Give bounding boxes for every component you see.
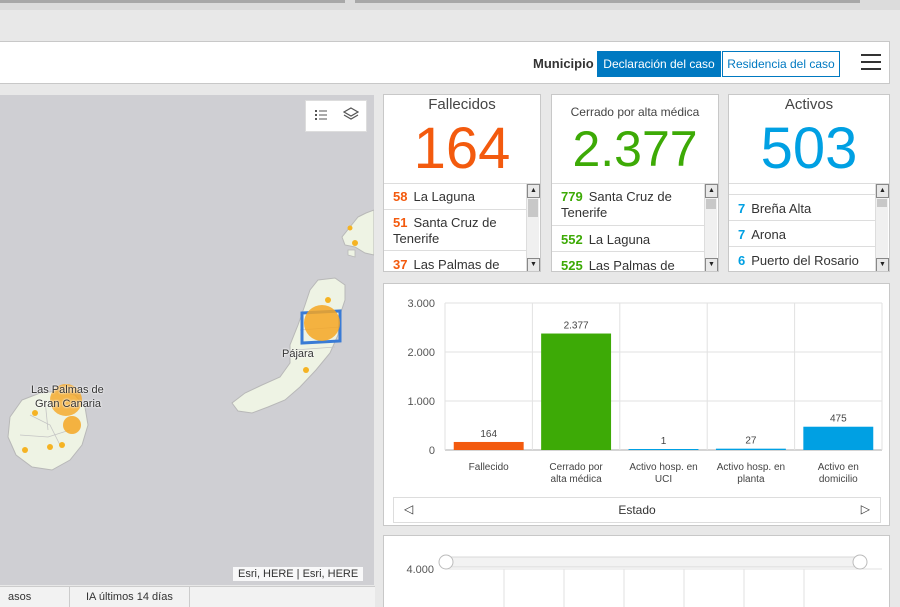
bar <box>453 441 524 450</box>
x-tick-label: Activo en <box>818 462 859 473</box>
fallecidos-value: 164 <box>413 116 511 181</box>
chart-next-icon[interactable]: ▷ <box>861 502 870 516</box>
hamburger-menu-icon[interactable] <box>861 54 881 72</box>
x-tick-label: UCI <box>655 474 672 485</box>
municipio-label: Municipio <box>533 56 594 71</box>
scroll-down-icon[interactable]: ▼ <box>876 258 889 271</box>
bar <box>715 448 786 450</box>
map-tabs: asos activos IA últimos 14 días <box>0 586 375 607</box>
bar <box>628 449 699 450</box>
cases-bubble <box>304 305 340 341</box>
list-item[interactable]: 552 La Laguna <box>552 232 702 248</box>
y-tick-label: 4.000 <box>406 564 434 576</box>
cerrado-scrollbar[interactable]: ▲ ▼ <box>704 184 718 271</box>
browser-tab-right <box>355 0 860 3</box>
activos-list: 7 Breña Alta 7 Arona 6 Puerto del Rosario <box>729 183 889 271</box>
legend-list-icon[interactable] <box>309 105 333 129</box>
list-item[interactable]: 779 Santa Cruz de Tenerife <box>552 189 702 221</box>
activos-scrollbar[interactable]: ▲ ▼ <box>875 184 889 271</box>
bar <box>803 426 874 450</box>
time-series-panel: 4.000 <box>383 535 890 607</box>
x-tick-label: Fallecido <box>469 462 509 473</box>
map-canvas <box>7 209 374 471</box>
fallecidos-list: 58 La Laguna 51 Santa Cruz de Tenerife 37 L… <box>384 183 540 271</box>
cerrado-card: Cerrado por alta médica 2.377 779 Santa C… <box>551 94 719 272</box>
range-slider-handle-right[interactable] <box>852 554 868 570</box>
scroll-up-icon[interactable]: ▲ <box>876 184 889 198</box>
range-slider-track <box>444 556 862 568</box>
tab-casos-activos[interactable]: asos activos <box>0 587 70 607</box>
cerrado-value: 2.377 <box>572 121 698 177</box>
estado-chart-panel: 0 1.000 2.000 3.000 164 Fallecido 2.377 Cerrado… <box>383 283 890 526</box>
dashboard-header: Municipio Declaración del caso Residenci… <box>0 41 890 84</box>
fallecidos-scrollbar[interactable]: ▲ ▼ <box>526 184 540 271</box>
x-tick-label: domicilio <box>819 474 858 485</box>
list-item[interactable]: 58 La Laguna <box>384 189 524 209</box>
cases-dot <box>32 410 38 416</box>
residencia-del-caso-button[interactable]: Residencia del caso <box>722 51 840 77</box>
list-item[interactable]: 7 Arona <box>729 227 873 243</box>
x-tick-label: planta <box>737 474 765 485</box>
fallecidos-card: Fallecidos 164 58 La Laguna 51 Santa Cruz … <box>383 94 541 272</box>
bar-value-label: 27 <box>745 436 757 447</box>
cases-dot <box>303 367 309 373</box>
map-label-gran-canaria: Gran Canaria <box>35 398 102 410</box>
cases-dot <box>347 225 353 231</box>
tab-ia-ultimos-14-dias[interactable]: IA últimos 14 días <box>78 587 190 607</box>
declaracion-del-caso-button[interactable]: Declaración del caso <box>597 51 721 77</box>
layers-icon[interactable] <box>339 105 363 129</box>
y-tick-label: 2.000 <box>407 347 435 359</box>
list-item[interactable]: 51 Santa Cruz de Tenerife <box>384 215 524 247</box>
scroll-thumb[interactable] <box>877 199 887 207</box>
activos-card: Activos 503 7 Breña Alta 7 Arona 6 Puerto d… <box>728 94 890 272</box>
scroll-down-icon[interactable]: ▼ <box>527 258 540 271</box>
list-item[interactable]: 525 Las Palmas de <box>552 258 702 271</box>
time-series-chart: 4.000 <box>406 554 882 607</box>
list-item[interactable]: 6 Puerto del Rosario <box>729 253 873 269</box>
activos-value: 503 <box>760 116 858 181</box>
chart-footer: ◁ Estado ▷ <box>393 497 881 523</box>
y-tick-label: 1.000 <box>407 396 435 408</box>
scroll-down-icon[interactable]: ▼ <box>705 258 718 271</box>
estado-bar-chart: 0 1.000 2.000 3.000 164 Fallecido 2.377 Cerrado… <box>407 298 883 485</box>
browser-top-strip <box>0 0 900 10</box>
x-tick-label: Cerrado por <box>549 462 603 473</box>
x-tick-label: Activo hosp. en <box>717 462 785 473</box>
range-slider-handle-left[interactable] <box>438 554 454 570</box>
list-item[interactable]: 37 Las Palmas de <box>384 257 524 271</box>
chart-xlabel: Estado <box>618 503 656 517</box>
cases-dot <box>352 240 358 246</box>
cerrado-list: 779 Santa Cruz de Tenerife 552 La Laguna 5… <box>552 183 718 271</box>
x-tick-label: Activo hosp. en <box>629 462 697 473</box>
map-label-pajara: Pájara <box>282 348 314 360</box>
activos-title: Activos <box>784 96 834 113</box>
cases-dot <box>59 442 65 448</box>
list-item[interactable]: 7 Breña Alta <box>729 201 873 217</box>
scroll-thumb[interactable] <box>528 199 538 217</box>
bar-value-label: 2.377 <box>564 321 589 332</box>
y-tick-label: 3.000 <box>407 298 435 310</box>
map-label-las-palmas: Las Palmas de <box>31 384 104 396</box>
island-lanzarote <box>341 209 374 256</box>
cases-dot <box>22 447 28 453</box>
map-toolbar <box>305 100 367 132</box>
fallecidos-title: Fallecidos <box>428 96 496 113</box>
x-tick-label: alta médica <box>551 474 603 485</box>
cases-dot <box>325 297 331 303</box>
bar-value-label: 164 <box>480 429 497 440</box>
y-tick-label: 0 <box>429 445 435 457</box>
cases-dot <box>47 444 53 450</box>
bar-value-label: 475 <box>830 414 847 425</box>
map-view[interactable]: Las Palmas de Gran Canaria Pájara Esri, … <box>0 95 374 585</box>
map-attribution: Esri, HERE | Esri, HERE <box>233 567 364 581</box>
scroll-up-icon[interactable]: ▲ <box>705 184 718 198</box>
browser-tab-left <box>0 0 345 3</box>
bar-value-label: 1 <box>661 436 667 447</box>
cerrado-title: Cerrado por alta médica <box>570 105 700 119</box>
scroll-thumb[interactable] <box>706 199 716 209</box>
cases-bubble <box>63 416 81 434</box>
scroll-up-icon[interactable]: ▲ <box>527 184 540 198</box>
bar <box>541 333 612 450</box>
